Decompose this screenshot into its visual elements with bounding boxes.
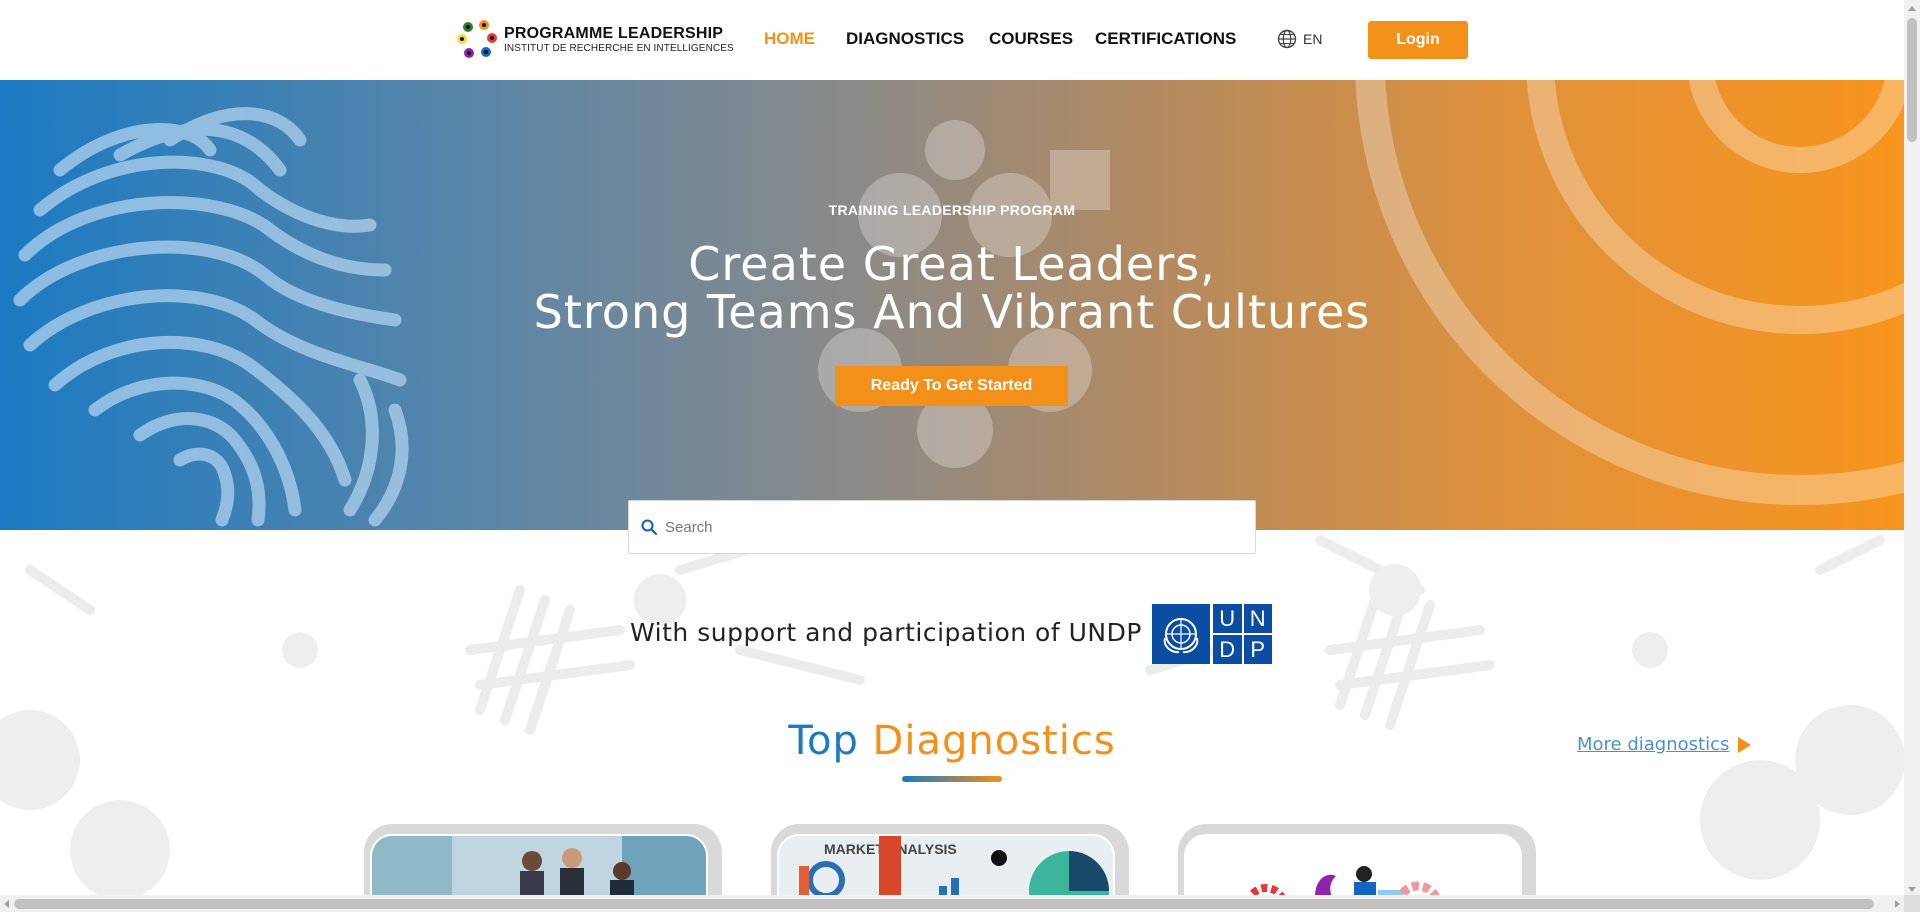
get-started-button[interactable]: Ready To Get Started — [835, 366, 1068, 406]
search-box[interactable] — [628, 500, 1256, 554]
scroll-right-arrow-icon[interactable] — [1895, 900, 1900, 908]
hero-title-line2: Strong Teams And Vibrant Cultures — [533, 285, 1371, 339]
site-header: PROGRAMME LEADERSHIP INSTITUT DE RECHERC… — [0, 0, 1904, 80]
un-emblem-icon — [1152, 604, 1210, 664]
undp-letter-d: D — [1213, 635, 1242, 664]
section-title-word2: Diagnostics — [872, 718, 1116, 764]
undp-letter-u: U — [1213, 604, 1242, 633]
undp-letter-p: P — [1243, 635, 1272, 664]
hero-banner: TRAINING LEADERSHIP PROGRAM Create Great… — [0, 80, 1904, 530]
play-arrow-icon[interactable] — [1738, 737, 1751, 753]
hero-title-line1: Create Great Leaders, — [688, 237, 1216, 291]
logo-title: PROGRAMME LEADERSHIP — [504, 24, 724, 42]
vertical-scroll-thumb[interactable] — [1907, 18, 1917, 142]
site-logo[interactable]: PROGRAMME LEADERSHIP INSTITUT DE RECHERC… — [456, 18, 734, 60]
logo-people-icon — [456, 18, 498, 60]
language-label: EN — [1303, 31, 1323, 47]
logo-subtitle: INSTITUT DE RECHERCHE EN INTELLIGENCES — [504, 42, 734, 54]
section-title-underline — [902, 776, 1002, 782]
nav-diagnostics[interactable]: DIAGNOSTICS — [846, 29, 964, 49]
undp-logo: U N D P — [1152, 604, 1272, 664]
search-input[interactable] — [665, 518, 1225, 536]
section-title-word1: Top — [788, 718, 859, 764]
hero-title: Create Great Leaders, Strong Teams And V… — [0, 240, 1904, 336]
search-icon — [641, 519, 657, 535]
diagnostic-card-2[interactable]: MARKET ANALYSIS — [771, 824, 1129, 904]
horizontal-scroll-thumb[interactable] — [14, 899, 1874, 909]
globe-icon — [1277, 29, 1297, 49]
card-image-illustration — [1184, 834, 1522, 904]
vertical-scrollbar[interactable] — [1904, 0, 1920, 912]
language-selector[interactable]: EN — [1277, 29, 1322, 49]
nav-courses[interactable]: COURSES — [989, 29, 1073, 49]
scroll-left-arrow-icon[interactable] — [4, 900, 9, 908]
scroll-down-arrow-icon[interactable] — [1908, 887, 1916, 892]
scroll-up-arrow-icon[interactable] — [1908, 6, 1916, 11]
more-diagnostics-link[interactable]: More diagnostics — [1577, 734, 1729, 755]
diagnostic-card-3[interactable] — [1178, 824, 1536, 904]
horizontal-scrollbar[interactable] — [0, 895, 1904, 912]
nav-home[interactable]: HOME — [764, 29, 815, 49]
card-image-business-people — [370, 834, 708, 904]
hero-eyebrow: TRAINING LEADERSHIP PROGRAM — [828, 202, 1076, 218]
diagnostic-card-1[interactable] — [364, 824, 722, 904]
card-image-market-analysis: MARKET ANALYSIS — [777, 834, 1115, 904]
scrollbar-corner — [1904, 895, 1920, 912]
support-text: With support and participation of UNDP — [630, 618, 1142, 647]
nav-certifications[interactable]: CERTIFICATIONS — [1095, 29, 1236, 49]
login-button[interactable]: Login — [1368, 21, 1468, 59]
undp-letter-n: N — [1243, 604, 1272, 633]
